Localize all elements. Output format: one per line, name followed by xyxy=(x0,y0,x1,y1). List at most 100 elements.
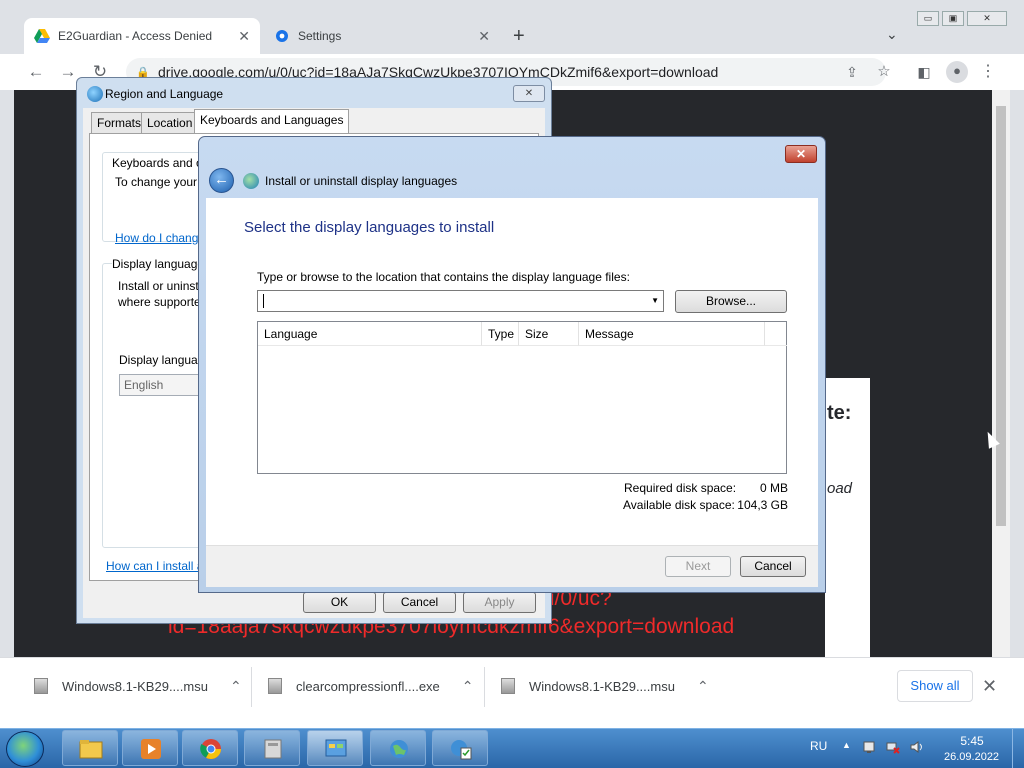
group-text: Install or uninst xyxy=(118,279,199,293)
group-text: where supporte xyxy=(118,295,201,309)
close-button[interactable]: ✕ xyxy=(513,85,545,102)
download-item[interactable]: Windows8.1-KB29....msu ⌃ xyxy=(501,669,709,703)
display-language-select[interactable]: English xyxy=(119,374,209,396)
close-downloads-icon[interactable]: ✕ xyxy=(982,676,997,697)
ok-button[interactable]: OK xyxy=(303,592,376,613)
show-all-button[interactable]: Show all xyxy=(897,670,973,702)
action-center-icon[interactable] xyxy=(862,740,876,754)
required-space-value: 0 MB xyxy=(759,481,788,495)
language-indicator[interactable]: RU xyxy=(810,739,827,753)
divider xyxy=(484,667,485,707)
page-fragment: oad xyxy=(827,480,853,497)
taskbar-control-panel[interactable] xyxy=(307,730,363,766)
text-caret xyxy=(263,294,264,308)
column-header-type[interactable]: Type xyxy=(482,322,519,346)
available-space-label: Available disk space: xyxy=(623,498,735,512)
window-close-button[interactable]: ✕ xyxy=(967,11,1007,26)
show-hidden-icons-icon[interactable]: ▲ xyxy=(842,740,851,750)
maximize-button[interactable]: ▣ xyxy=(942,11,964,26)
divider xyxy=(251,667,252,707)
chevron-up-icon[interactable]: ⌃ xyxy=(697,678,709,695)
menu-dots-icon[interactable]: ⋮ xyxy=(978,62,998,82)
tab-title: Settings xyxy=(298,29,342,43)
bookmark-star-icon[interactable]: ☆ xyxy=(874,62,894,82)
page-scrollbar[interactable] xyxy=(992,90,1010,657)
back-icon[interactable]: ← xyxy=(26,62,46,82)
taskbar-media-player[interactable] xyxy=(122,730,178,766)
taskbar-installer[interactable] xyxy=(244,730,300,766)
side-panel-icon[interactable]: ◧ xyxy=(914,62,934,82)
scrollbar-thumb[interactable] xyxy=(996,106,1006,526)
column-header-filler xyxy=(765,322,787,346)
column-header-language[interactable]: Language xyxy=(258,322,482,346)
taskbar-explorer[interactable] xyxy=(62,730,118,766)
download-name: Windows8.1-KB29....msu xyxy=(62,678,208,694)
network-icon[interactable] xyxy=(886,740,900,754)
tab-search-button[interactable]: ⌄ xyxy=(886,26,898,43)
show-desktop-button[interactable] xyxy=(1012,729,1024,768)
chevron-up-icon[interactable]: ⌃ xyxy=(230,678,242,695)
group-title: Keyboards and o xyxy=(112,156,203,170)
tab-close-icon[interactable]: ✕ xyxy=(478,28,490,45)
cancel-button[interactable]: Cancel xyxy=(740,556,806,577)
installer-file-icon xyxy=(501,678,515,694)
installer-file-icon xyxy=(268,678,282,694)
download-item[interactable]: Windows8.1-KB29....msu ⌃ xyxy=(34,669,242,703)
column-header-size[interactable]: Size xyxy=(519,322,579,346)
download-name: Windows8.1-KB29....msu xyxy=(529,678,675,694)
group-text: To change your xyxy=(115,175,198,189)
browse-button[interactable]: Browse... xyxy=(675,290,787,313)
tab-close-icon[interactable]: ✕ xyxy=(238,28,250,45)
page-card: te: oad xyxy=(825,378,870,657)
profile-icon[interactable]: ● xyxy=(946,61,968,83)
help-link[interactable]: How do I chang xyxy=(115,231,198,245)
install-languages-dialog: ✕ ← Install or uninstall display languag… xyxy=(198,136,826,593)
apply-button[interactable]: Apply xyxy=(463,592,536,613)
cancel-button[interactable]: Cancel xyxy=(383,592,456,613)
taskbar-region-language[interactable] xyxy=(370,730,426,766)
tab-formats[interactable]: Formats xyxy=(91,112,148,133)
close-button[interactable]: ✕ xyxy=(785,145,817,163)
minimize-button[interactable]: ▭ xyxy=(917,11,939,26)
forward-icon[interactable]: → xyxy=(58,62,78,82)
required-space-label: Required disk space: xyxy=(624,481,737,495)
dropdown-arrow-icon[interactable]: ▼ xyxy=(651,296,659,305)
clock-time[interactable]: 5:45 xyxy=(957,734,987,748)
page-title: Select the display languages to install xyxy=(244,219,495,236)
google-drive-icon xyxy=(34,29,50,43)
installer-icon xyxy=(264,739,282,759)
share-icon[interactable]: ⇪ xyxy=(842,62,862,82)
language-list[interactable]: Language Type Size Message xyxy=(257,321,787,474)
tab-e2guardian[interactable]: E2Guardian - Access Denied ✕ xyxy=(24,18,260,54)
path-combobox[interactable]: ▼ xyxy=(257,290,664,312)
media-player-icon xyxy=(141,739,161,759)
display-language-label: Display languag xyxy=(119,353,205,367)
tab-title: E2Guardian - Access Denied xyxy=(58,29,213,43)
taskbar-chrome[interactable] xyxy=(182,730,238,766)
language-globe-icon xyxy=(243,173,259,189)
language-install-icon xyxy=(451,740,472,760)
tab-location[interactable]: Location xyxy=(141,112,199,133)
page-fragment: te: xyxy=(827,402,852,424)
installer-file-icon xyxy=(34,678,48,694)
next-button[interactable]: Next xyxy=(665,556,731,577)
start-button[interactable] xyxy=(6,731,44,767)
globe-icon xyxy=(390,740,408,758)
dialog-title: Region and Language xyxy=(105,87,224,101)
chevron-up-icon[interactable]: ⌃ xyxy=(462,678,474,695)
taskbar-install-languages[interactable] xyxy=(432,730,488,766)
install-help-link[interactable]: How can I install a xyxy=(106,559,203,573)
available-space-value: 104,3 GB xyxy=(737,498,788,512)
tab-settings[interactable]: Settings ✕ xyxy=(264,18,500,54)
volume-icon[interactable] xyxy=(910,740,924,754)
control-panel-icon xyxy=(325,739,347,757)
download-item[interactable]: clearcompressionfl....exe ⌃ xyxy=(268,669,474,703)
dialog-footer: Next Cancel xyxy=(206,545,818,587)
folder-icon xyxy=(79,740,103,759)
clock-date[interactable]: 26.09.2022 xyxy=(944,751,999,763)
group-title: Display language xyxy=(112,257,205,271)
tab-keyboards-languages[interactable]: Keyboards and Languages xyxy=(194,109,350,134)
column-header-message[interactable]: Message xyxy=(579,322,765,346)
new-tab-button[interactable]: + xyxy=(513,25,525,48)
back-arrow-icon[interactable]: ← xyxy=(209,168,234,193)
